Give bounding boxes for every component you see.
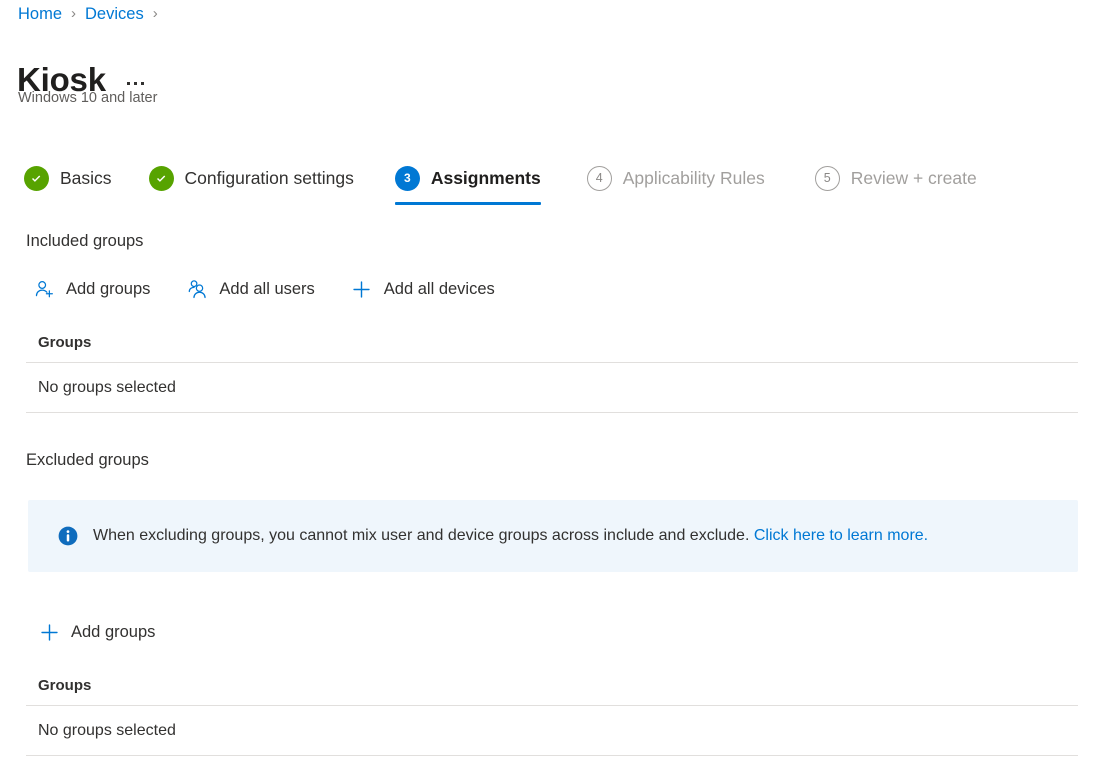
info-banner-text: When excluding groups, you cannot mix us…: [93, 525, 928, 547]
info-icon: [57, 525, 79, 547]
excluded-groups-heading: Excluded groups: [26, 449, 149, 471]
add-all-users-button[interactable]: Add all users: [186, 272, 320, 306]
plus-icon: [351, 278, 373, 300]
excluded-groups-table: Groups No groups selected: [26, 670, 1078, 756]
step-number-badge: 3: [395, 166, 420, 191]
ellipsis-dot: [134, 82, 137, 85]
excluded-groups-command-bar: Add groups: [38, 615, 161, 649]
wizard-steps: Basics Configuration settings 3 Assignme…: [24, 160, 977, 208]
add-groups-button[interactable]: Add groups: [33, 272, 156, 306]
info-banner-message: When excluding groups, you cannot mix us…: [93, 527, 754, 544]
tab-configuration-settings-label: Configuration settings: [185, 166, 354, 190]
included-groups-table: Groups No groups selected: [26, 327, 1078, 413]
breadcrumb-item-devices[interactable]: Devices: [85, 2, 144, 26]
breadcrumb-item-home[interactable]: Home: [18, 2, 62, 26]
included-groups-command-bar: Add groups Add all users Add all devices: [33, 272, 501, 306]
info-banner: When excluding groups, you cannot mix us…: [28, 500, 1078, 572]
tab-applicability-rules[interactable]: 4 Applicability Rules: [587, 160, 765, 196]
ellipsis-dot: [127, 82, 130, 85]
excluded-add-groups-button[interactable]: Add groups: [38, 615, 161, 649]
tab-assignments[interactable]: 3 Assignments: [395, 160, 541, 196]
step-number-badge: 5: [815, 166, 840, 191]
chevron-right-icon: ›: [153, 2, 158, 26]
add-all-users-label: Add all users: [219, 278, 314, 300]
tab-basics[interactable]: Basics: [24, 160, 112, 196]
breadcrumb: Home › Devices ›: [18, 2, 167, 26]
empty-state-text: No groups selected: [38, 377, 176, 399]
tab-configuration-settings[interactable]: Configuration settings: [149, 160, 354, 196]
tab-basics-label: Basics: [60, 166, 112, 190]
table-row: No groups selected: [26, 705, 1078, 756]
checkmark-icon: [149, 166, 174, 191]
add-all-devices-button[interactable]: Add all devices: [351, 272, 501, 306]
empty-state-text: No groups selected: [38, 720, 176, 742]
tab-assignments-label: Assignments: [431, 166, 541, 190]
included-groups-heading: Included groups: [26, 230, 143, 252]
column-header-groups: Groups: [26, 670, 1078, 705]
tab-applicability-rules-label: Applicability Rules: [623, 166, 765, 190]
table-row: No groups selected: [26, 362, 1078, 413]
tab-review-create[interactable]: 5 Review + create: [815, 160, 977, 196]
active-tab-indicator: [395, 202, 541, 205]
learn-more-link[interactable]: Click here to learn more.: [754, 527, 928, 544]
more-options-icon[interactable]: [124, 78, 147, 89]
step-number-badge: 4: [587, 166, 612, 191]
page-header: Kiosk: [17, 38, 147, 122]
people-icon: [186, 278, 208, 300]
chevron-right-icon: ›: [71, 2, 76, 26]
ellipsis-dot: [141, 82, 144, 85]
column-header-groups: Groups: [26, 327, 1078, 362]
add-groups-label: Add groups: [66, 278, 150, 300]
page-subtitle: Windows 10 and later: [18, 88, 157, 108]
excluded-add-groups-label: Add groups: [71, 621, 155, 643]
plus-icon: [38, 621, 60, 643]
person-add-icon: [33, 278, 55, 300]
tab-review-create-label: Review + create: [851, 166, 977, 190]
checkmark-icon: [24, 166, 49, 191]
add-all-devices-label: Add all devices: [384, 278, 495, 300]
